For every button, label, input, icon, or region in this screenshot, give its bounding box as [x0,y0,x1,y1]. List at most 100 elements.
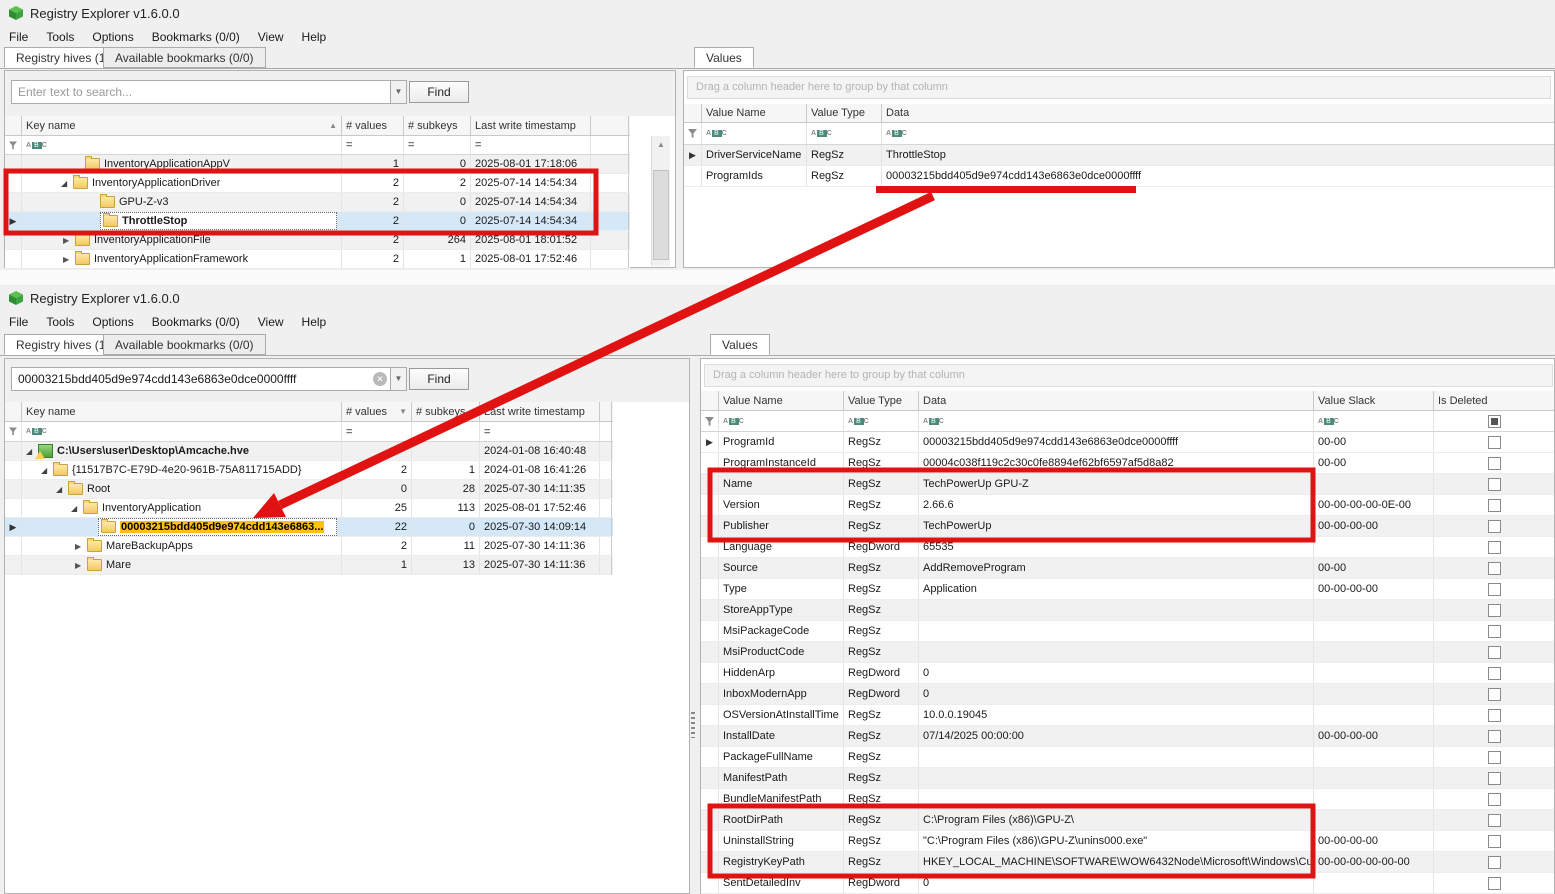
filter-value-name[interactable]: ABC [702,123,807,144]
value-row[interactable]: UninstallStringRegSz"C:\Program Files (x… [701,831,1554,852]
tree-row-hive[interactable]: ◢C:\Users\user\Desktop\Amcache.hve 2024-… [5,442,613,461]
tree-row[interactable]: ▶Mare 1 13 2025-07-30 14:11:36 [5,556,613,575]
value-row[interactable]: LanguageRegDword65535 [701,537,1554,558]
filter-value-type[interactable]: ABC [844,411,919,431]
col-value-type[interactable]: Value Type [844,391,919,410]
value-row[interactable]: InboxModernAppRegDword0 [701,684,1554,705]
col-value-slack[interactable]: Value Slack [1314,391,1434,410]
expander-closed-icon[interactable]: ▶ [63,236,75,245]
value-row[interactable]: ▶ProgramIdRegSz00003215bdd405d9e974cdd14… [701,432,1554,453]
value-row[interactable]: ProgramIds RegSz 00003215bdd405d9e974cdd… [684,166,1554,187]
tree-row-selected[interactable]: ▶ 00003215bdd405d9e974cdd143e6863... 22 … [5,518,613,537]
col-num-subkeys[interactable]: # subkeys [404,116,471,135]
filter-data[interactable]: ABC [919,411,1314,431]
search-dropdown-button[interactable]: ▼ [390,80,407,104]
tab-values[interactable]: Values [710,334,770,355]
filter-funnel-icon[interactable] [5,422,22,441]
col-num-values[interactable]: # values▼ [342,402,412,421]
expander-open-icon[interactable]: ◢ [56,485,68,494]
find-button[interactable]: Find [409,81,469,103]
menu-options[interactable]: Options [83,313,142,331]
menu-view[interactable]: View [249,313,293,331]
menu-tools[interactable]: Tools [37,28,83,46]
filter-is-deleted[interactable] [1434,411,1554,431]
filter-value-name[interactable]: ABC [719,411,844,431]
search-input[interactable] [11,367,391,391]
tree-row[interactable]: ▶InventoryApplicationFramework 2 1 2025-… [5,250,630,269]
menu-tools[interactable]: Tools [37,313,83,331]
expander-closed-icon[interactable]: ▶ [75,542,87,551]
tab-available-bookmarks[interactable]: Available bookmarks (0/0) [103,334,266,355]
tree-row[interactable]: InventoryApplicationAppV 1 0 2025-08-01 … [5,155,630,174]
value-row[interactable]: VersionRegSz2.66.600-00-00-00-0E-00 [701,495,1554,516]
tree-row[interactable]: ◢Root 0 28 2025-07-30 14:11:35 [5,480,613,499]
filter-num-values[interactable]: = [342,136,404,154]
filter-key-name[interactable]: ABC [22,136,342,154]
value-row[interactable]: MsiProductCodeRegSz [701,642,1554,663]
scrollbar-thumb[interactable] [653,170,669,260]
col-data[interactable]: Data [882,104,1554,122]
filter-value-slack[interactable]: ABC [1314,411,1434,431]
filter-num-subkeys[interactable] [412,422,480,441]
menu-bookmarks[interactable]: Bookmarks (0/0) [143,28,249,46]
filter-value-type[interactable]: ABC [807,123,882,144]
menu-bookmarks[interactable]: Bookmarks (0/0) [143,313,249,331]
value-row[interactable]: RootDirPathRegSzC:\Program Files (x86)\G… [701,810,1554,831]
col-is-deleted[interactable]: Is Deleted [1434,391,1554,410]
filter-last-write[interactable]: = [480,422,600,441]
col-key-name[interactable]: Key name▲ [22,116,342,135]
filter-key-name[interactable]: ABC [22,422,342,441]
value-row[interactable]: ▶ DriverServiceName RegSz ThrottleStop [684,145,1554,166]
value-row[interactable]: InstallDateRegSz07/14/2025 00:00:0000-00… [701,726,1554,747]
expander-closed-icon[interactable]: ▶ [75,561,87,570]
value-row[interactable]: TypeRegSzApplication00-00-00-00 [701,579,1554,600]
value-row[interactable]: NameRegSzTechPowerUp GPU-Z [701,474,1554,495]
value-row[interactable]: MsiPackageCodeRegSz [701,621,1554,642]
tree-row[interactable]: GPU-Z-v3 2 0 2025-07-14 14:54:34 [5,193,630,212]
tree-row[interactable]: ▶MareBackupApps 2 11 2025-07-30 14:11:36 [5,537,613,556]
value-row[interactable]: SentDetailedInvRegDword0 [701,873,1554,894]
value-row[interactable]: HiddenArpRegDword0 [701,663,1554,684]
col-value-name[interactable]: Value Name [719,391,844,410]
menu-help[interactable]: Help [293,313,336,331]
menu-file[interactable]: File [0,313,37,331]
value-row[interactable]: RegistryKeyPathRegSzHKEY_LOCAL_MACHINE\S… [701,852,1554,873]
col-value-name[interactable]: Value Name [702,104,807,122]
col-last-write[interactable]: Last write timestamp [480,402,600,421]
tree-row-selected[interactable]: ▶ ThrottleStop 2 0 2025-07-14 14:54:34 [5,212,630,231]
menu-options[interactable]: Options [83,28,142,46]
clear-search-icon[interactable]: ✕ [373,372,387,386]
expander-closed-icon[interactable]: ▶ [63,255,75,264]
filter-funnel-icon[interactable] [701,411,719,431]
value-row[interactable]: PackageFullNameRegSz [701,747,1554,768]
expander-open-icon[interactable]: ◢ [41,466,53,475]
scroll-up-button[interactable]: ▲ [652,136,670,153]
col-value-type[interactable]: Value Type [807,104,882,122]
filter-funnel-icon[interactable] [5,136,22,154]
tree-row[interactable]: ◢{11517B7C-E79D-4e20-961B-75A811715ADD} … [5,461,613,480]
filter-last-write[interactable]: = [471,136,591,154]
filter-data[interactable]: ABC [882,123,1554,144]
tree-row[interactable]: ◢InventoryApplication 25 113 2025-08-01 … [5,499,613,518]
search-dropdown-button[interactable]: ▼ [390,367,407,391]
filter-funnel-icon[interactable] [684,123,702,144]
value-row[interactable]: ManifestPathRegSz [701,768,1554,789]
col-data[interactable]: Data [919,391,1314,410]
tree-row[interactable]: ▶InventoryApplicationFile 2 264 2025-08-… [5,231,630,250]
filter-num-subkeys[interactable]: = [404,136,471,154]
value-row[interactable]: PublisherRegSzTechPowerUp00-00-00-00 [701,516,1554,537]
find-button[interactable]: Find [409,368,469,390]
menu-view[interactable]: View [249,28,293,46]
value-row[interactable]: ProgramInstanceIdRegSz00004c038f119c2c30… [701,453,1554,474]
value-row[interactable]: SourceRegSzAddRemoveProgram00-00 [701,558,1554,579]
filter-num-values[interactable]: = [342,422,412,441]
col-last-write[interactable]: Last write timestamp [471,116,591,135]
col-num-values[interactable]: # values [342,116,404,135]
tree-row[interactable]: ◢InventoryApplicationDriver 2 2 2025-07-… [5,174,630,193]
col-key-name[interactable]: Key name [22,402,342,421]
tab-values[interactable]: Values [694,47,754,68]
vertical-scrollbar[interactable]: ▲ [651,136,670,266]
value-row[interactable]: BundleManifestPathRegSz [701,789,1554,810]
menu-file[interactable]: File [0,28,37,46]
splitter-grip[interactable] [691,712,695,738]
